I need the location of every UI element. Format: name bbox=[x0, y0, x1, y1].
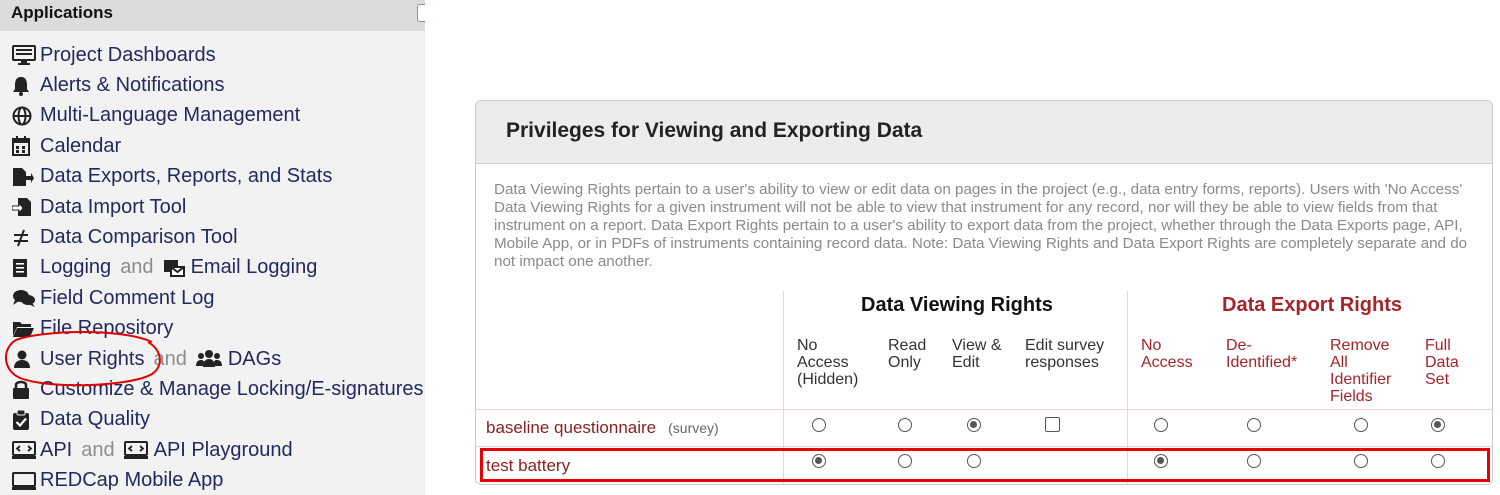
radio-export-remove-identifiers[interactable] bbox=[1354, 454, 1368, 468]
api-link[interactable]: API bbox=[40, 439, 72, 462]
comments-icon bbox=[12, 288, 40, 308]
menu-item-redcap-mobile-app[interactable]: REDCap Mobile App bbox=[12, 465, 424, 495]
menu-item-label[interactable]: Data Exports, Reports, and Stats bbox=[40, 165, 332, 188]
panel-header: Privileges for Viewing and Exporting Dat… bbox=[476, 101, 1492, 164]
radio-export-de-identified[interactable] bbox=[1247, 454, 1261, 468]
radio-export-full-data-set[interactable] bbox=[1431, 418, 1445, 432]
panel-title: Privileges for Viewing and Exporting Dat… bbox=[506, 119, 923, 142]
and-connector: and bbox=[81, 438, 115, 461]
instrument-tag: (survey) bbox=[668, 420, 719, 436]
col-header-full-data-set: Full Data Set bbox=[1425, 337, 1459, 388]
api-playground-link[interactable]: API Playground bbox=[154, 439, 293, 462]
col-header-edit-survey-responses: Edit survey responses bbox=[1025, 337, 1105, 371]
menu-item-data-exports[interactable]: Data Exports, Reports, and Stats bbox=[12, 162, 424, 192]
log-icon bbox=[12, 258, 40, 278]
menu-item-user-rights: User Rights and DAGs bbox=[12, 344, 424, 374]
menu-item-data-import-tool[interactable]: Data Import Tool bbox=[12, 192, 424, 222]
radio-viewing-view-edit[interactable] bbox=[967, 418, 981, 432]
col-header-de-identified: De-Identified* bbox=[1226, 337, 1298, 371]
sidebar-title: Applications bbox=[11, 3, 114, 22]
menu-item-multi-language-management[interactable]: Multi-Language Management bbox=[12, 101, 424, 131]
menu-item-project-dashboards[interactable]: Project Dashboards bbox=[12, 40, 424, 70]
radio-viewing-no-access[interactable] bbox=[812, 454, 826, 468]
not-equal-icon bbox=[12, 228, 40, 248]
menu-item-field-comment-log[interactable]: Field Comment Log bbox=[12, 283, 424, 313]
user-icon bbox=[12, 349, 40, 369]
col-header-read-only: Read Only bbox=[888, 337, 927, 371]
col-header-no-access-hidden: No Access (Hidden) bbox=[797, 337, 859, 388]
column-divider bbox=[1127, 291, 1128, 484]
email-log-icon bbox=[163, 258, 185, 278]
menu-item-label[interactable]: Data Import Tool bbox=[40, 196, 186, 219]
api-playground-icon bbox=[123, 440, 148, 460]
menu-item-label[interactable]: Project Dashboards bbox=[40, 44, 216, 67]
sidebar-header: Applications bbox=[0, 0, 425, 31]
row-divider bbox=[476, 446, 1492, 447]
menu-item-file-repository[interactable]: File Repository bbox=[12, 314, 424, 344]
menu-item-data-comparison-tool[interactable]: Data Comparison Tool bbox=[12, 222, 424, 252]
applications-menu: Project Dashboards Alerts & Notification… bbox=[12, 40, 424, 495]
row-divider bbox=[476, 409, 1492, 410]
menu-item-logging: Logging and Email Logging bbox=[12, 253, 424, 283]
logging-link[interactable]: Logging bbox=[40, 256, 111, 279]
checkbox-edit-survey-responses[interactable] bbox=[1045, 417, 1060, 432]
globe-icon bbox=[12, 106, 40, 126]
folder-icon bbox=[12, 319, 40, 339]
radio-export-full-data-set[interactable] bbox=[1431, 454, 1445, 468]
menu-item-label[interactable]: Data Quality bbox=[40, 408, 150, 431]
collapse-toggle-button[interactable] bbox=[417, 4, 425, 22]
radio-export-de-identified[interactable] bbox=[1247, 418, 1261, 432]
menu-item-label[interactable]: File Repository bbox=[40, 317, 173, 340]
col-header-export-no-access: No Access bbox=[1141, 337, 1193, 371]
email-logging-link[interactable]: Email Logging bbox=[191, 256, 318, 279]
menu-item-label[interactable]: Multi-Language Management bbox=[40, 104, 300, 127]
menu-item-label[interactable]: REDCap Mobile App bbox=[40, 469, 223, 492]
menu-item-label[interactable]: Calendar bbox=[40, 135, 121, 158]
data-viewing-rights-heading: Data Viewing Rights bbox=[861, 294, 1053, 316]
radio-export-no-access[interactable] bbox=[1154, 418, 1168, 432]
bell-icon bbox=[12, 76, 40, 96]
privileges-description: Data Viewing Rights pertain to a user's … bbox=[494, 181, 1468, 270]
applications-sidebar: Applications Project Dashboards Alerts &… bbox=[0, 0, 425, 495]
instrument-row-label: test battery bbox=[486, 456, 570, 476]
menu-item-data-quality[interactable]: Data Quality bbox=[12, 405, 424, 435]
instrument-name: baseline questionnaire bbox=[486, 418, 657, 437]
calendar-icon bbox=[12, 136, 40, 157]
menu-item-api: API and API Playground bbox=[12, 435, 424, 465]
file-export-icon bbox=[12, 167, 40, 187]
menu-item-calendar[interactable]: Calendar bbox=[12, 131, 424, 161]
user-rights-link[interactable]: User Rights bbox=[40, 348, 144, 371]
radio-export-no-access[interactable] bbox=[1154, 454, 1168, 468]
radio-viewing-read-only[interactable] bbox=[898, 418, 912, 432]
file-import-icon bbox=[12, 197, 40, 217]
dashboard-icon bbox=[12, 45, 40, 66]
menu-item-alerts-notifications[interactable]: Alerts & Notifications bbox=[12, 70, 424, 100]
api-icon bbox=[12, 440, 40, 460]
menu-item-label[interactable]: Data Comparison Tool bbox=[40, 226, 238, 249]
menu-item-locking-esignatures[interactable]: Customize & Manage Locking/E-signatures bbox=[12, 374, 424, 404]
data-export-rights-heading: Data Export Rights bbox=[1222, 294, 1403, 316]
radio-export-remove-identifiers[interactable] bbox=[1354, 418, 1368, 432]
and-connector: and bbox=[153, 347, 187, 370]
and-connector: and bbox=[120, 256, 154, 279]
users-icon bbox=[195, 349, 222, 369]
column-divider bbox=[783, 291, 784, 484]
radio-viewing-view-edit[interactable] bbox=[967, 454, 981, 468]
menu-item-label[interactable]: Customize & Manage Locking/E-signatures bbox=[40, 378, 424, 401]
col-header-view-edit: View & Edit bbox=[952, 337, 1002, 371]
radio-viewing-no-access[interactable] bbox=[812, 418, 826, 432]
lock-icon bbox=[12, 379, 40, 400]
clipboard-check-icon bbox=[12, 409, 40, 430]
mobile-icon bbox=[12, 471, 40, 491]
col-header-remove-identifier-fields: Remove All Identifier Fields bbox=[1330, 337, 1392, 405]
dags-link[interactable]: DAGs bbox=[228, 348, 281, 371]
privileges-panel: Privileges for Viewing and Exporting Dat… bbox=[475, 100, 1493, 485]
instrument-row-label: baseline questionnaire (survey) bbox=[486, 418, 719, 438]
instrument-name: test battery bbox=[486, 456, 571, 475]
menu-item-label[interactable]: Field Comment Log bbox=[40, 287, 215, 310]
radio-viewing-read-only[interactable] bbox=[898, 454, 912, 468]
menu-item-label[interactable]: Alerts & Notifications bbox=[40, 74, 225, 97]
